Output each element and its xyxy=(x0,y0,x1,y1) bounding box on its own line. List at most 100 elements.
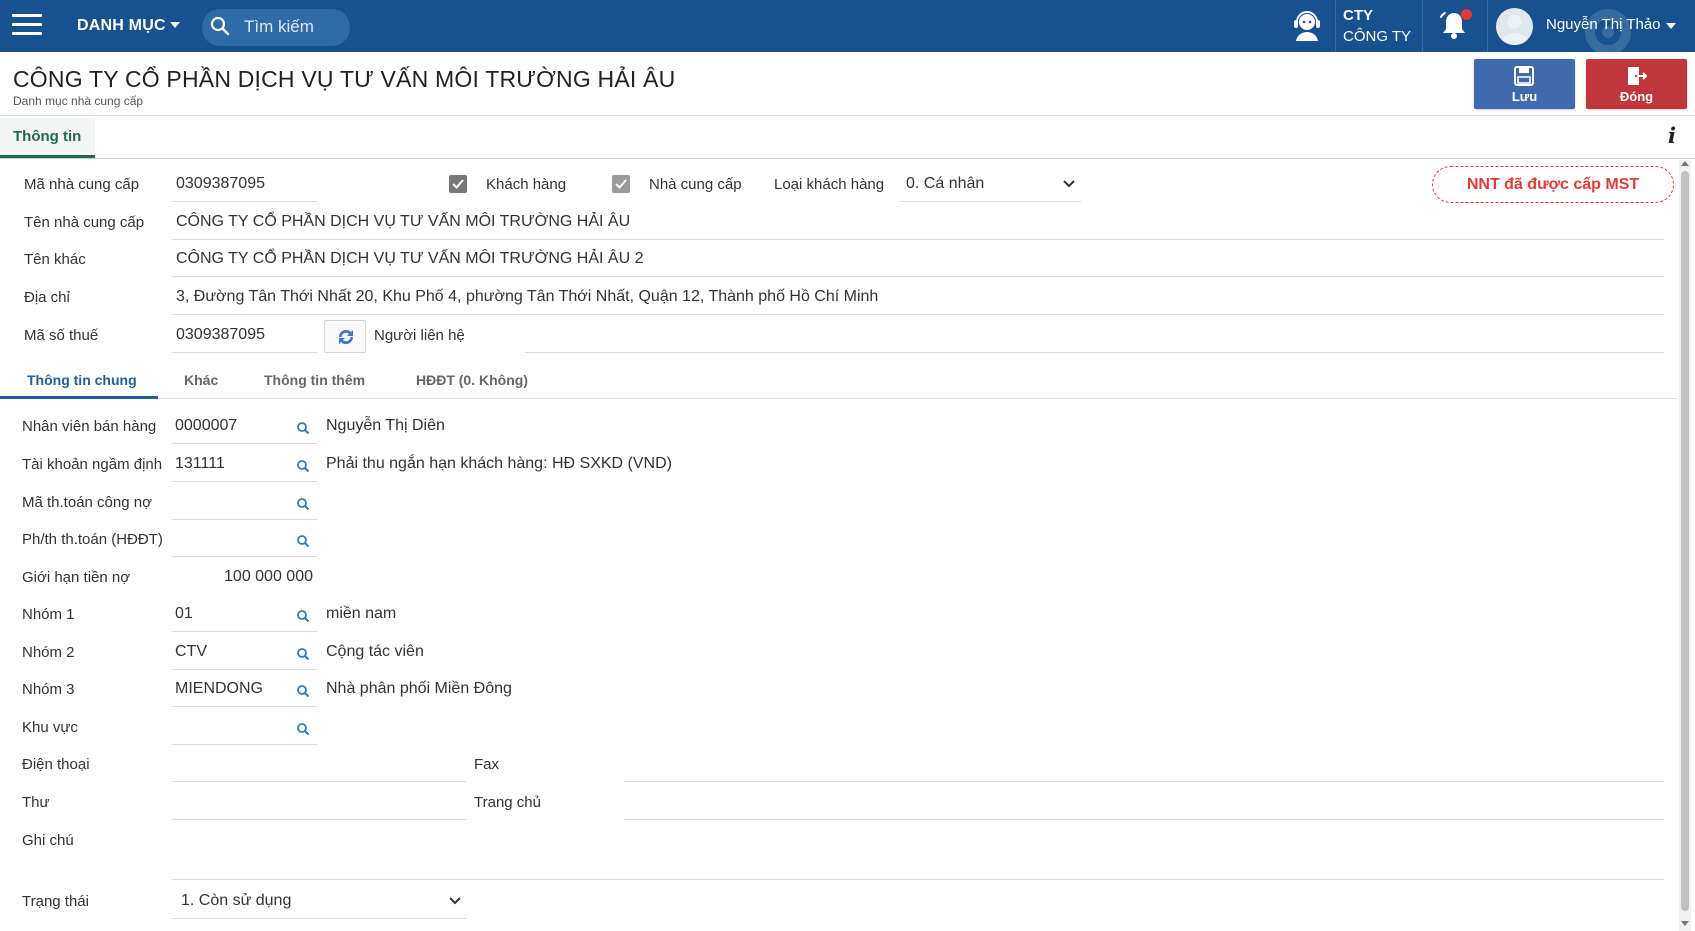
field-underline xyxy=(172,352,317,353)
supplier-checkbox[interactable] xyxy=(612,175,630,193)
other-name-label: Tên khác xyxy=(24,251,86,268)
field-underline xyxy=(172,819,466,820)
divider xyxy=(0,398,1677,399)
address-label: Địa chỉ xyxy=(24,289,70,306)
search-input[interactable] xyxy=(244,14,344,40)
customer-checkbox-label: Khách hàng xyxy=(486,176,567,193)
group1-code-field[interactable]: 01 xyxy=(175,605,193,623)
tab-additional-info[interactable]: Thông tin thêm xyxy=(264,372,365,388)
address-field[interactable]: 3, Đường Tân Thới Nhất 20, Khu Phố 4, ph… xyxy=(176,288,878,306)
customer-type-select[interactable]: 0. Cá nhân xyxy=(906,175,984,193)
field-underline xyxy=(172,481,317,482)
default-account-label: Tài khoản ngầm định xyxy=(22,456,163,473)
tab-info[interactable]: Thông tin xyxy=(0,118,95,158)
credit-limit-field[interactable]: 100 000 000 xyxy=(172,568,313,586)
field-underline xyxy=(900,201,1081,202)
field-underline xyxy=(172,443,317,444)
payment-code-label: Mã th.toán công nợ xyxy=(22,494,152,511)
sales-staff-code-field[interactable]: 0000007 xyxy=(175,417,237,435)
tab-other[interactable]: Khác xyxy=(184,372,218,388)
group1-name: miền nam xyxy=(326,605,397,622)
floppy-disk-icon xyxy=(1514,66,1534,86)
search-icon[interactable] xyxy=(296,459,310,473)
close-button[interactable]: Đóng xyxy=(1586,59,1687,109)
supplier-code-field[interactable]: 0309387095 xyxy=(176,175,265,193)
chevron-down-icon[interactable] xyxy=(448,896,462,906)
avatar[interactable] xyxy=(1496,8,1533,45)
tax-code-field[interactable]: 0309387095 xyxy=(176,326,265,344)
divider xyxy=(0,115,1695,116)
group2-label: Nhóm 2 xyxy=(22,644,75,661)
credit-limit-label: Giới hạn tiền nợ xyxy=(22,569,131,586)
contact-label: Người liên hệ xyxy=(374,327,465,344)
customer-type-label: Loại khách hàng xyxy=(774,176,885,193)
region-label: Khu vực xyxy=(22,719,78,736)
search-icon[interactable] xyxy=(296,497,310,511)
fax-label: Fax xyxy=(474,756,500,773)
customer-checkbox[interactable] xyxy=(449,175,467,193)
active-tab-indicator xyxy=(0,396,158,399)
default-account-name: Phải thu ngắn hạn khách hàng: HĐ SXKD (V… xyxy=(326,455,672,472)
top-navigation-bar: DANH MỤC CTY CÔNG TY Nguyễn Thị Thảo xyxy=(0,0,1695,55)
supplier-checkbox-label: Nhà cung cấp xyxy=(649,176,742,193)
field-underline xyxy=(624,781,1664,782)
email-label: Thư xyxy=(22,794,50,811)
note-label: Ghi chú xyxy=(22,832,74,849)
divider xyxy=(1335,0,1336,52)
payment-method-label: Ph/th th.toán (HĐĐT) xyxy=(22,531,163,548)
scrollbar-thumb[interactable] xyxy=(1681,171,1689,911)
group3-name: Nhà phân phối Miền Đông xyxy=(326,680,512,697)
company-name[interactable]: CÔNG TY xyxy=(1343,28,1411,45)
search-icon[interactable] xyxy=(296,421,310,435)
field-underline xyxy=(172,556,317,557)
homepage-label: Trang chủ xyxy=(474,794,541,811)
caret-down-icon[interactable] xyxy=(170,22,180,28)
other-name-field[interactable]: CÔNG TY CỔ PHẦN DỊCH VỤ TƯ VẤN MÔI TRƯỜN… xyxy=(176,250,643,268)
field-underline xyxy=(172,201,317,202)
supplier-code-label: Mã nhà cung cấp xyxy=(24,176,140,193)
chevron-down-icon[interactable] xyxy=(1062,179,1076,189)
info-icon[interactable]: i xyxy=(1668,123,1676,148)
supplier-name-label: Tên nhà cung cấp xyxy=(24,214,145,231)
group2-name: Cộng tác viên xyxy=(326,643,424,660)
hamburger-menu-icon[interactable] xyxy=(12,14,42,38)
tab-e-invoice[interactable]: HĐĐT (0. Không) xyxy=(416,372,528,388)
exit-door-icon xyxy=(1628,67,1647,85)
field-underline xyxy=(624,819,1664,820)
field-underline xyxy=(525,352,1664,353)
support-agent-icon[interactable] xyxy=(1290,10,1324,42)
search-icon[interactable] xyxy=(210,16,230,36)
sync-icon xyxy=(338,329,354,345)
search-icon[interactable] xyxy=(296,647,310,661)
sales-staff-name: Nguyễn Thị Diên xyxy=(326,417,445,434)
catalog-menu[interactable]: DANH MỤC xyxy=(77,17,166,35)
search-icon[interactable] xyxy=(296,609,310,623)
status-select[interactable]: 1. Còn sử dụng xyxy=(181,892,291,910)
group1-label: Nhóm 1 xyxy=(22,606,75,623)
group3-code-field[interactable]: MIENDONG xyxy=(175,680,263,698)
page-title: CÔNG TY CỔ PHẦN DỊCH VỤ TƯ VẤN MÔI TRƯỜN… xyxy=(13,66,676,92)
tab-general-info[interactable]: Thông tin chung xyxy=(27,372,137,388)
search-icon[interactable] xyxy=(296,684,310,698)
save-button[interactable]: Lưu xyxy=(1474,59,1575,109)
scroll-down-arrow-icon[interactable] xyxy=(1681,921,1689,926)
company-code[interactable]: CTY xyxy=(1343,7,1373,24)
sales-staff-label: Nhân viên bán hàng xyxy=(22,418,157,435)
search-icon[interactable] xyxy=(296,534,310,548)
save-label: Lưu xyxy=(1511,89,1538,104)
tax-lookup-button[interactable] xyxy=(324,320,366,353)
field-underline xyxy=(172,706,317,707)
group2-code-field[interactable]: CTV xyxy=(175,643,207,661)
scroll-up-arrow-icon[interactable] xyxy=(1681,161,1689,166)
caret-down-icon[interactable] xyxy=(1666,23,1676,29)
search-icon[interactable] xyxy=(296,722,310,736)
divider xyxy=(1422,0,1423,52)
supplier-name-field[interactable]: CÔNG TY CỔ PHẦN DỊCH VỤ TƯ VẤN MÔI TRƯỜN… xyxy=(176,213,630,231)
field-underline xyxy=(172,879,1664,880)
default-account-code-field[interactable]: 131111 xyxy=(175,455,225,473)
field-underline xyxy=(172,781,466,782)
field-underline xyxy=(172,519,317,520)
user-name[interactable]: Nguyễn Thị Thảo xyxy=(1546,16,1661,33)
page-subtitle: Danh mục nhà cung cấp xyxy=(13,94,144,108)
field-underline xyxy=(172,918,466,919)
